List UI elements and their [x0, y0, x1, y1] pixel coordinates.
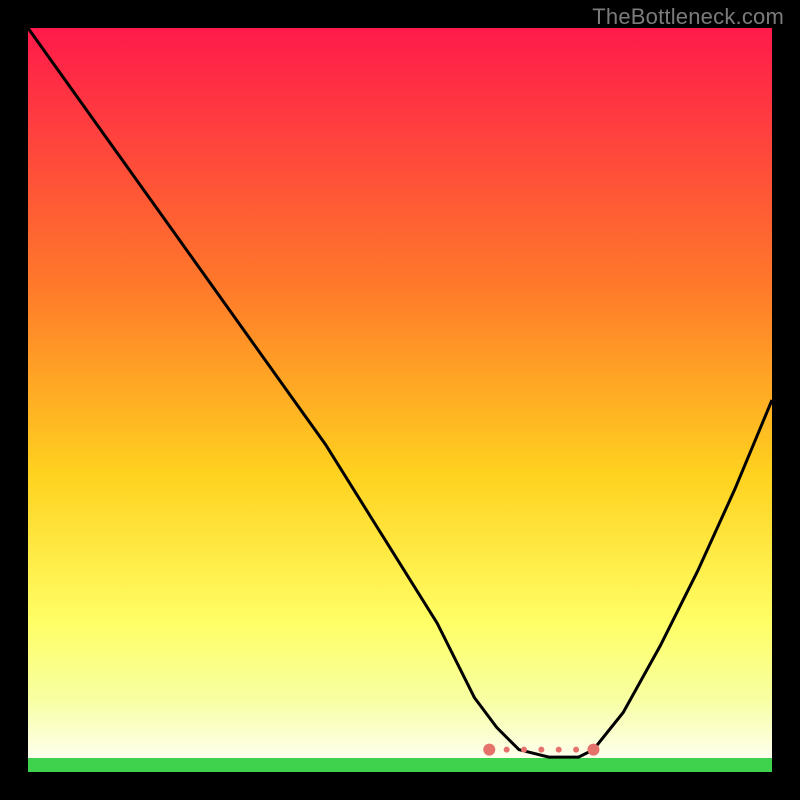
optimal-band — [28, 758, 772, 772]
optimal-marker-dot — [538, 747, 544, 753]
watermark-text: TheBottleneck.com — [592, 4, 784, 30]
optimal-marker-dot — [504, 747, 510, 753]
optimal-marker-dot — [556, 747, 562, 753]
optimal-marker-dot — [587, 744, 599, 756]
chart-container: TheBottleneck.com — [0, 0, 800, 800]
optimal-marker-dot — [483, 744, 495, 756]
gradient-background — [28, 28, 772, 772]
plot-area — [28, 28, 772, 772]
optimal-marker-dot — [521, 747, 527, 753]
plot-svg — [28, 28, 772, 772]
optimal-marker-dot — [573, 747, 579, 753]
